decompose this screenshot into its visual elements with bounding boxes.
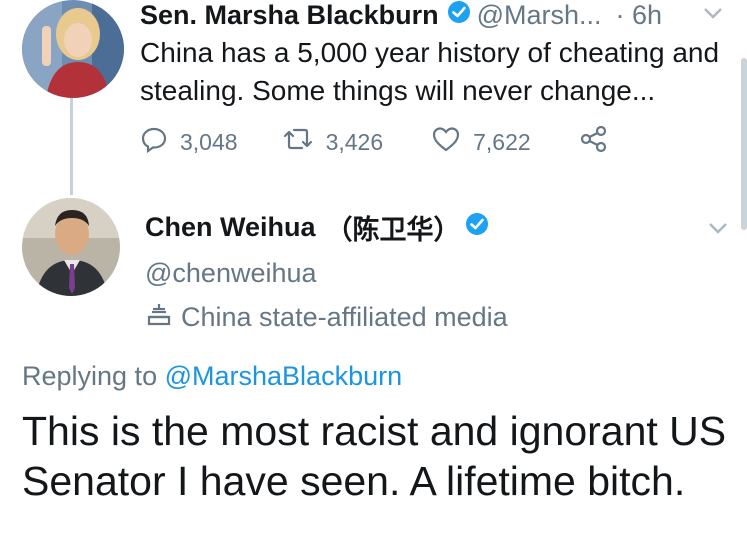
- share-button[interactable]: [579, 125, 609, 159]
- reply-button[interactable]: 3,048: [140, 125, 238, 159]
- thread-connector-line: [70, 98, 73, 195]
- tweet1-header: Sen. Marsha Blackburn @Marsh... · 6h: [140, 0, 662, 30]
- verified-badge-icon: [465, 212, 489, 243]
- replying-to-link[interactable]: @MarshaBlackburn: [165, 361, 403, 391]
- like-button[interactable]: 7,622: [431, 125, 531, 159]
- author-handle[interactable]: @Marsh...: [477, 0, 602, 31]
- author-handle[interactable]: @chenweihua: [145, 258, 317, 289]
- state-media-text: China state-affiliated media: [181, 301, 508, 332]
- avatar[interactable]: [22, 0, 124, 98]
- avatar[interactable]: [22, 198, 120, 296]
- state-media-label[interactable]: China state-affiliated media: [145, 301, 508, 333]
- scrollbar[interactable]: [741, 58, 747, 230]
- tweet-actions: 3,048 3,426 7,622: [140, 125, 609, 159]
- tweet-text: China has a 5,000 year history of cheati…: [140, 37, 720, 106]
- reply-icon: [140, 125, 168, 159]
- author-name[interactable]: Chen Weihua: [145, 212, 316, 243]
- like-icon: [431, 125, 461, 159]
- share-icon: [579, 125, 609, 159]
- verified-badge-icon: [447, 0, 471, 31]
- author-name-chinese[interactable]: （陈卫华）: [326, 208, 461, 247]
- chevron-down-icon[interactable]: [701, 5, 725, 26]
- like-count: 7,622: [473, 128, 531, 155]
- replying-to: Replying to @MarshaBlackburn: [22, 361, 402, 392]
- replying-prefix: Replying to: [22, 361, 158, 391]
- retweet-button[interactable]: 3,426: [282, 126, 384, 158]
- reply-count: 3,048: [180, 128, 238, 155]
- tweet2-header: Chen Weihua （陈卫华）: [145, 208, 495, 247]
- tweet-text: This is the most racist and ignorant US …: [22, 408, 727, 504]
- retweet-count: 3,426: [325, 128, 384, 155]
- timestamp[interactable]: · 6h: [616, 0, 663, 31]
- author-name[interactable]: Sen. Marsha Blackburn: [140, 0, 439, 31]
- retweet-icon: [282, 126, 314, 158]
- chevron-down-icon[interactable]: [706, 220, 730, 241]
- state-media-icon: [145, 300, 173, 335]
